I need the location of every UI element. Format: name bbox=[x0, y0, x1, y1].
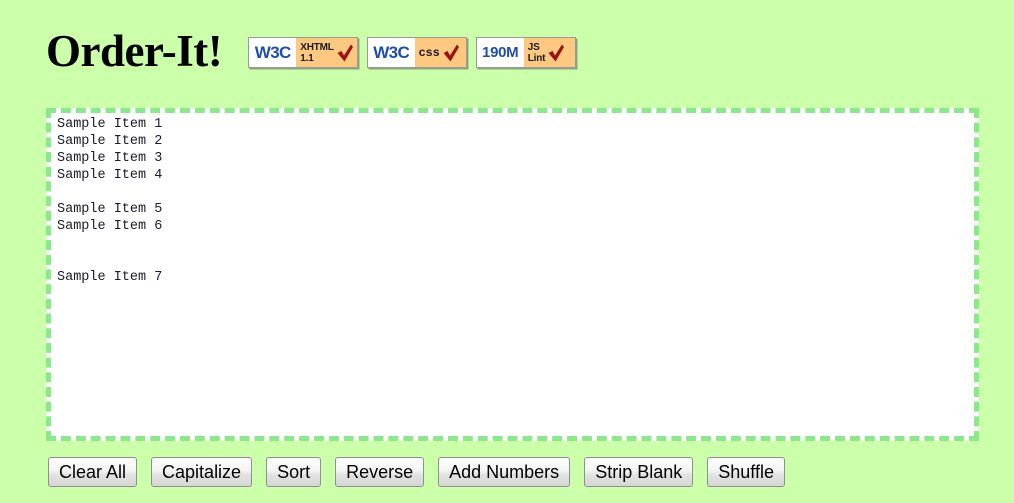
xhtml-validation-badge[interactable]: W3C XHTML 1.1 bbox=[248, 37, 358, 68]
css-badge-left-label: W3C bbox=[373, 43, 410, 62]
sort-button[interactable]: Sort bbox=[266, 457, 322, 487]
jslint-validation-badge[interactable]: 190M JS Lint bbox=[475, 37, 576, 68]
validation-badge-group: W3C XHTML 1.1 W3C css 190M JS Lint bbox=[248, 37, 576, 68]
strip-blank-button[interactable]: Strip Blank bbox=[584, 457, 694, 487]
xhtml-badge-right: XHTML 1.1 bbox=[296, 38, 358, 67]
jslint-badge-right: JS Lint bbox=[523, 38, 576, 67]
w3c-logo: W3C bbox=[249, 38, 297, 67]
reverse-button[interactable]: Reverse bbox=[335, 457, 425, 487]
jslint-logo: 190M bbox=[476, 38, 524, 67]
xhtml-badge-right-label: XHTML 1.1 bbox=[300, 41, 334, 64]
item-list-textarea[interactable] bbox=[46, 108, 979, 441]
action-button-bar: Clear All Capitalize Sort Reverse Add Nu… bbox=[48, 457, 785, 487]
css-badge-right: css bbox=[414, 38, 467, 67]
badge-arrow-icon bbox=[575, 47, 576, 59]
badge-arrow-icon bbox=[466, 47, 467, 59]
badge-arrow-icon bbox=[357, 47, 358, 59]
page-header: Order-It! W3C XHTML 1.1 W3C css 190M JS … bbox=[46, 18, 576, 84]
css-validation-badge[interactable]: W3C css bbox=[366, 37, 467, 68]
add-numbers-button[interactable]: Add Numbers bbox=[438, 457, 571, 487]
clear-all-button[interactable]: Clear All bbox=[48, 457, 138, 487]
jslint-badge-left-label: 190M bbox=[482, 44, 519, 61]
capitalize-button[interactable]: Capitalize bbox=[151, 457, 253, 487]
jslint-badge-right-label: JS Lint bbox=[527, 41, 546, 64]
css-badge-right-label: css bbox=[418, 45, 440, 59]
xhtml-badge-left-label: W3C bbox=[254, 43, 292, 62]
page-title: Order-It! bbox=[46, 25, 223, 76]
checkmark-icon bbox=[337, 44, 353, 61]
shuffle-button[interactable]: Shuffle bbox=[707, 457, 785, 487]
checkmark-icon bbox=[443, 44, 459, 61]
app-page: Order-It! W3C XHTML 1.1 W3C css 190M JS … bbox=[0, 0, 1014, 503]
w3c-logo: W3C bbox=[367, 38, 415, 67]
checkmark-icon bbox=[548, 44, 565, 61]
